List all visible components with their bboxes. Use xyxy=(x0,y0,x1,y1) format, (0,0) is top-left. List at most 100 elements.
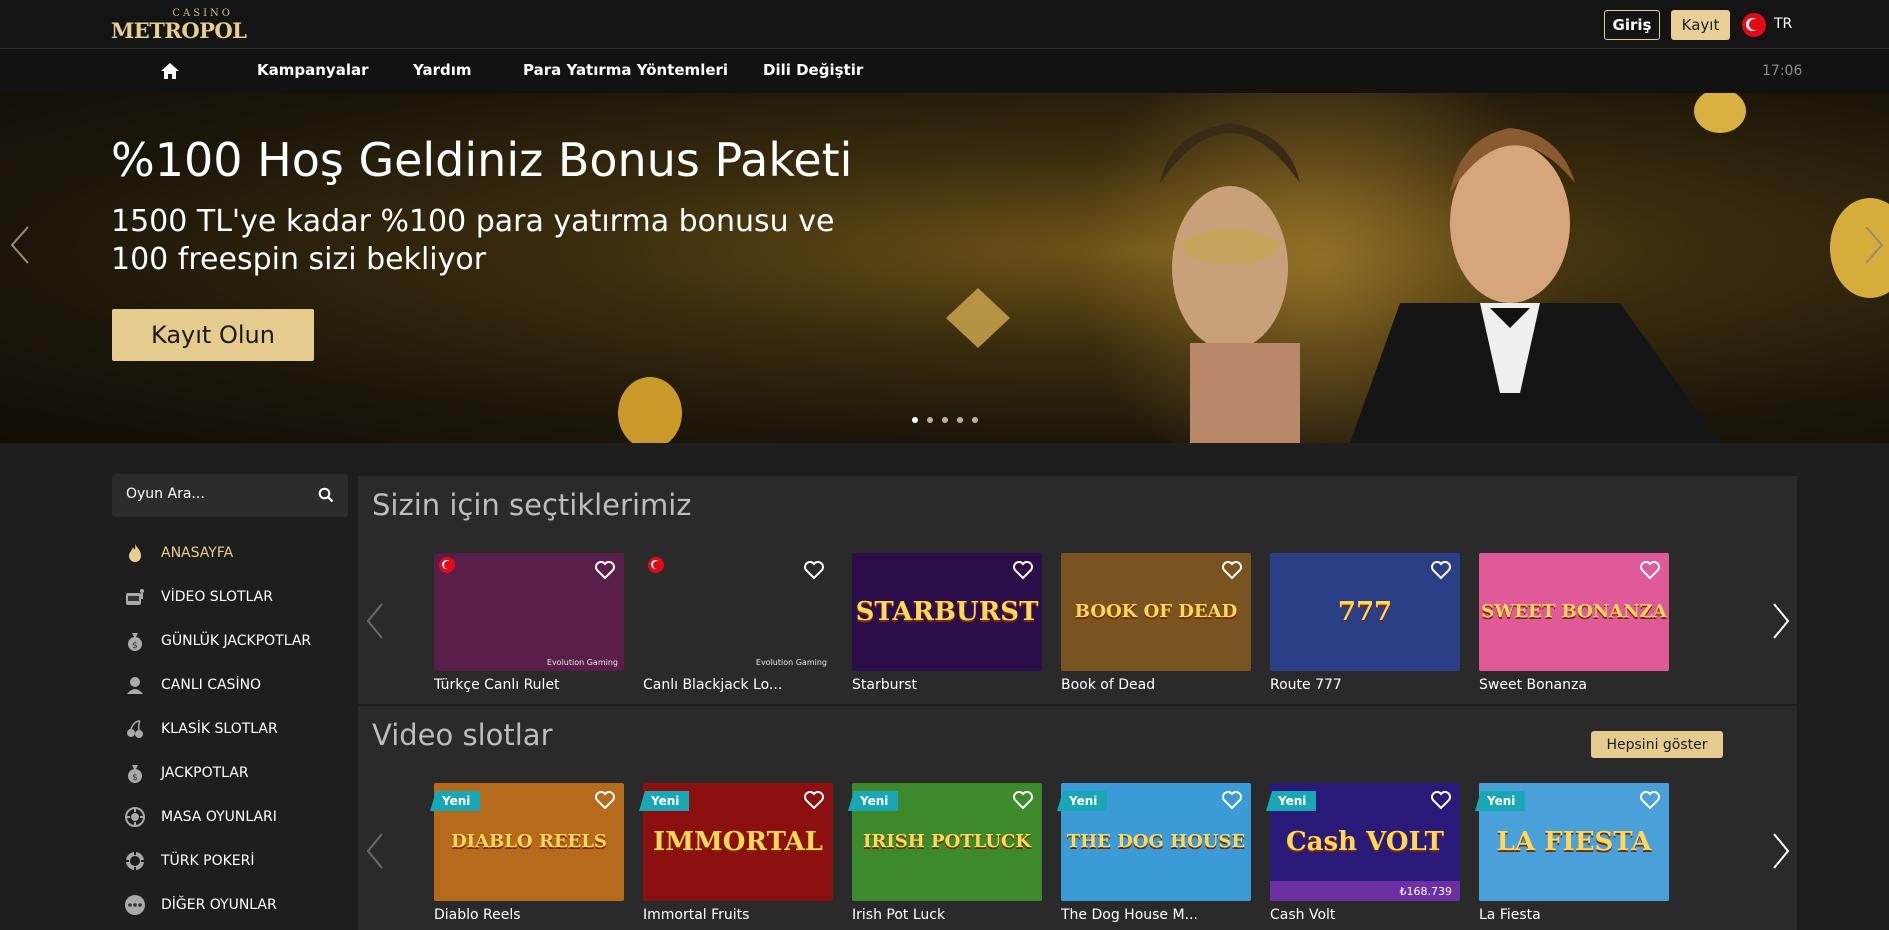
nav-item-help[interactable]: Yardım xyxy=(413,61,472,79)
game-name[interactable]: Immortal Fruits xyxy=(643,907,833,923)
favorite-heart-icon[interactable] xyxy=(1221,790,1243,810)
favorite-heart-icon[interactable] xyxy=(594,560,616,580)
slide-dot[interactable] xyxy=(972,417,978,423)
chevron-right-icon[interactable] xyxy=(1860,223,1888,267)
gold-coin-icon xyxy=(1694,93,1746,133)
game-thumbnail[interactable]: Evolution Gaming xyxy=(434,553,624,671)
picks-section: Sizin için seçtiklerimiz Evolution Gamin… xyxy=(358,476,1797,704)
chevron-left-icon[interactable] xyxy=(6,223,34,267)
turkey-flag-icon[interactable] xyxy=(1742,13,1766,37)
banner-illustration xyxy=(1160,123,1720,443)
game-thumbnail[interactable]: SWEET BONANZA xyxy=(1479,553,1669,671)
sidebar-item-label: MASA OYUNLARI xyxy=(161,809,277,825)
casino-metropol-logo[interactable]: CASINO METROPOL xyxy=(111,8,247,43)
game-name[interactable]: Cash Volt xyxy=(1270,907,1460,923)
game-name[interactable]: La Fiesta xyxy=(1479,907,1669,923)
favorite-heart-icon[interactable] xyxy=(1430,790,1452,810)
main-nav: Kampanyalar Yardım Para Yatırma Yöntemle… xyxy=(0,49,1889,93)
gold-coin-icon xyxy=(618,377,682,443)
sidebar-item-video-slots[interactable]: VİDEO SLOTLAR xyxy=(124,584,273,610)
hero-subtitle: 1500 TL'ye kadar %100 para yatırma bonus… xyxy=(111,204,835,277)
login-button[interactable]: Giriş xyxy=(1604,10,1660,40)
game-search[interactable]: Oyun Ara... xyxy=(112,474,348,517)
cherries-icon xyxy=(127,720,143,738)
game-name[interactable]: Türkçe Canlı Rulet xyxy=(434,677,624,693)
sidebar-item-table-games[interactable]: MASA OYUNLARI xyxy=(124,804,277,830)
search-input[interactable]: Oyun Ara... xyxy=(126,486,205,502)
money-bag-icon: $ xyxy=(128,633,142,651)
game-name[interactable]: Book of Dead xyxy=(1061,677,1251,693)
game-name[interactable]: Starburst xyxy=(852,677,1042,693)
sidebar-item-home[interactable]: ANASAYFA xyxy=(124,540,233,566)
search-icon[interactable] xyxy=(318,487,334,503)
game-name[interactable]: Irish Pot Luck xyxy=(852,907,1042,923)
register-button[interactable]: Kayıt xyxy=(1671,10,1730,40)
sidebar-item-label: ANASAYFA xyxy=(161,545,234,561)
sidebar-item-label: DİĞER OYUNLAR xyxy=(161,897,277,913)
game-thumbnail[interactable]: BOOK OF DEAD xyxy=(1061,553,1251,671)
hero-banner[interactable]: %100 Hoş Geldiniz Bonus Paketi 1500 TL'y… xyxy=(0,93,1889,443)
slide-dot[interactable] xyxy=(942,417,948,423)
game-thumbnail[interactable]: Evolution Gaming xyxy=(643,553,833,671)
favorite-heart-icon[interactable] xyxy=(1430,560,1452,580)
show-all-button[interactable]: Hepsini göster xyxy=(1591,731,1723,758)
nav-item-deposit-methods[interactable]: Para Yatırma Yöntemleri xyxy=(523,61,728,79)
game-thumbnail[interactable]: STARBURST xyxy=(852,553,1042,671)
new-badge: Yeni xyxy=(1057,791,1108,811)
svg-text:$: $ xyxy=(132,641,138,651)
sidebar-item-turkish-poker[interactable]: TÜRK POKERİ xyxy=(124,848,255,874)
section-title: Sizin için seçtiklerimiz xyxy=(372,488,692,522)
jackpot-strip: ₺168.739 xyxy=(1270,881,1460,901)
slide-dot[interactable] xyxy=(957,417,963,423)
chevron-right-icon[interactable] xyxy=(1770,602,1792,640)
sidebar-item-daily-jackpots[interactable]: $ GÜNLÜK JACKPOTLAR xyxy=(124,628,311,654)
favorite-heart-icon[interactable] xyxy=(803,560,825,580)
hero-register-button[interactable]: Kayıt Olun xyxy=(112,309,314,361)
game-name[interactable]: Diablo Reels xyxy=(434,907,624,923)
favorite-heart-icon[interactable] xyxy=(1012,560,1034,580)
nav-item-campaigns[interactable]: Kampanyalar xyxy=(257,61,368,79)
sidebar-item-label: JACKPOTLAR xyxy=(161,765,249,781)
sidebar-item-other-games[interactable]: DİĞER OYUNLAR xyxy=(124,892,277,918)
sidebar-item-classic-slots[interactable]: KLASİK SLOTLAR xyxy=(124,716,278,742)
home-icon[interactable] xyxy=(159,61,181,81)
new-badge: Yeni xyxy=(430,791,481,811)
jackpot-value: ₺168.739 xyxy=(1399,885,1453,898)
turkey-flag-icon xyxy=(439,557,455,573)
sidebar-item-live-casino[interactable]: CANLI CASİNO xyxy=(124,672,261,698)
chevron-right-icon[interactable] xyxy=(1770,832,1792,870)
chevron-left-icon[interactable] xyxy=(364,602,386,640)
game-thumbnail[interactable]: 777 xyxy=(1270,553,1460,671)
language-code[interactable]: TR xyxy=(1774,16,1792,32)
game-name[interactable]: The Dog House M... xyxy=(1061,907,1251,923)
hero-title: %100 Hoş Geldiniz Bonus Paketi xyxy=(111,133,853,187)
nav-item-change-language[interactable]: Dili Değiştir xyxy=(763,61,863,79)
logo-text: METROPOL xyxy=(111,18,247,43)
sidebar-item-label: GÜNLÜK JACKPOTLAR xyxy=(161,633,312,649)
slide-dot[interactable] xyxy=(912,417,918,423)
sidebar-item-label: TÜRK POKERİ xyxy=(161,853,255,869)
chevron-left-icon[interactable] xyxy=(364,832,386,870)
poker-chip-icon xyxy=(126,852,144,870)
slide-indicators xyxy=(912,417,978,423)
sidebar-item-jackpots[interactable]: $ JACKPOTLAR xyxy=(124,760,249,786)
game-name[interactable]: Sweet Bonanza xyxy=(1479,677,1669,693)
turkey-flag-icon xyxy=(648,557,664,573)
diamond-icon xyxy=(946,288,1010,348)
favorite-heart-icon[interactable] xyxy=(1639,790,1661,810)
section-title: Video slotlar xyxy=(372,718,553,752)
clock: 17:06 xyxy=(1762,63,1803,79)
favorite-heart-icon[interactable] xyxy=(1221,560,1243,580)
new-badge: Yeni xyxy=(1266,791,1317,811)
sidebar-item-label: CANLI CASİNO xyxy=(161,677,262,693)
favorite-heart-icon[interactable] xyxy=(594,790,616,810)
favorite-heart-icon[interactable] xyxy=(1639,560,1661,580)
new-badge: Yeni xyxy=(639,791,690,811)
slide-dot[interactable] xyxy=(927,417,933,423)
favorite-heart-icon[interactable] xyxy=(803,790,825,810)
game-name[interactable]: Canlı Blackjack Lo... xyxy=(643,677,833,693)
svg-text:$: $ xyxy=(132,773,138,783)
provider-label: Evolution Gaming xyxy=(755,658,827,667)
favorite-heart-icon[interactable] xyxy=(1012,790,1034,810)
game-name[interactable]: Route 777 xyxy=(1270,677,1460,693)
